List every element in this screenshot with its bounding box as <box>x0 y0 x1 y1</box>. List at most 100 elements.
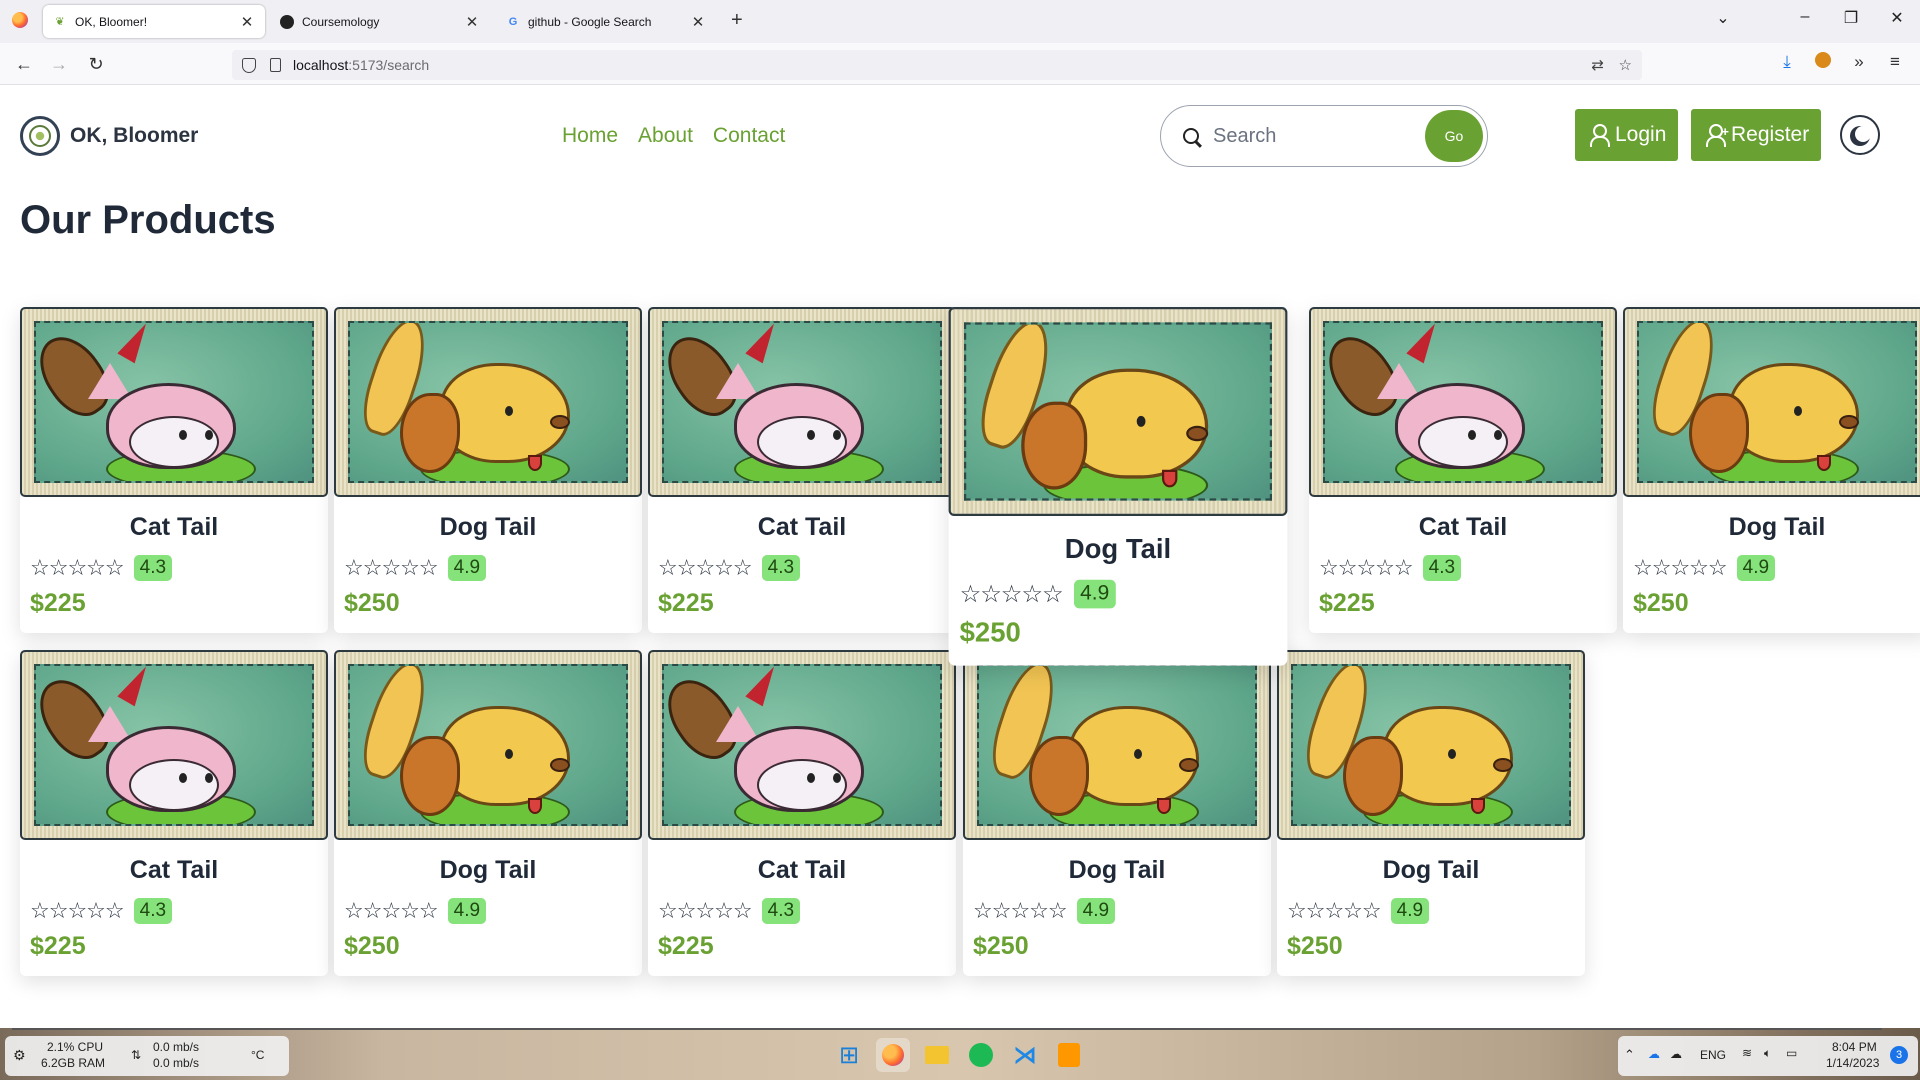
spotify-icon[interactable] <box>964 1038 998 1072</box>
leaf-icon: ❦ <box>55 16 65 28</box>
coursemology-icon <box>280 14 294 29</box>
close-tab-icon[interactable]: ✕ <box>239 13 255 31</box>
product-name[interactable]: Cat Tail <box>20 856 328 885</box>
tab-github-search[interactable]: G github - Google Search ✕ <box>496 5 716 38</box>
product-image[interactable] <box>1277 650 1585 840</box>
product-card[interactable]: Dog Tail ☆☆☆☆☆ 4.9 $250 <box>334 650 642 976</box>
windows-start-icon[interactable]: ⊞ <box>832 1038 866 1072</box>
product-name[interactable]: Dog Tail <box>963 856 1271 885</box>
file-explorer-icon[interactable] <box>920 1038 954 1072</box>
reload-icon[interactable]: ↻ <box>82 51 110 77</box>
list-tabs-icon[interactable]: ⌄ <box>1708 8 1738 28</box>
volume-icon[interactable]: 🔈︎ <box>1764 1046 1771 1061</box>
product-image[interactable] <box>1309 307 1617 497</box>
product-image[interactable] <box>334 307 642 497</box>
product-card[interactable]: Dog Tail ☆☆☆☆☆ 4.9 $250 <box>963 650 1271 976</box>
product-card[interactable]: Dog Tail ☆☆☆☆☆ 4.9 $250 <box>948 307 1288 666</box>
new-tab-icon[interactable]: + <box>731 9 743 32</box>
google-icon: G <box>508 15 518 28</box>
minimize-icon[interactable]: – <box>1790 8 1820 26</box>
cloud-icon[interactable]: ☁ <box>1670 1047 1682 1061</box>
firefox-taskbar-icon[interactable] <box>876 1038 910 1072</box>
product-image[interactable] <box>20 307 328 497</box>
sublime-text-icon[interactable] <box>1052 1038 1086 1072</box>
product-name[interactable]: Dog Tail <box>1277 856 1585 885</box>
product-card[interactable]: Cat Tail ☆☆☆☆☆ 4.3 $225 <box>20 650 328 976</box>
vscode-icon[interactable]: ⋊ <box>1008 1038 1042 1072</box>
product-card[interactable]: Cat Tail ☆☆☆☆☆ 4.3 $225 <box>648 307 956 633</box>
brand-name: OK, Bloomer <box>70 124 199 147</box>
menu-icon[interactable]: ≡ <box>1882 52 1908 72</box>
star-rating-icon: ☆☆☆☆☆ <box>959 579 1064 608</box>
temperature: °C <box>251 1048 265 1062</box>
onedrive-icon[interactable]: ☁ <box>1648 1047 1660 1061</box>
clock-date[interactable]: 1/14/2023 <box>1826 1056 1879 1070</box>
net-up: 0.0 mb/s <box>153 1040 200 1054</box>
product-name[interactable]: Cat Tail <box>20 513 328 542</box>
product-price: $225 <box>1319 589 1375 617</box>
close-tab-icon[interactable]: ✕ <box>690 13 706 31</box>
product-name[interactable]: Dog Tail <box>949 534 1288 566</box>
product-image[interactable] <box>963 650 1271 840</box>
page-icon[interactable] <box>270 58 281 72</box>
search-input[interactable] <box>1213 124 1403 148</box>
product-card[interactable]: Cat Tail ☆☆☆☆☆ 4.3 $225 <box>20 307 328 633</box>
tab-coursemology[interactable]: Coursemology ✕ <box>270 5 490 38</box>
clock-time[interactable]: 8:04 PM <box>1832 1040 1877 1054</box>
product-image[interactable] <box>20 650 328 840</box>
register-button[interactable]: + Register <box>1691 109 1822 161</box>
product-name[interactable]: Dog Tail <box>1623 513 1920 542</box>
firefox-icon[interactable] <box>12 12 28 28</box>
close-tab-icon[interactable]: ✕ <box>464 13 480 31</box>
rating-badge: 4.3 <box>761 555 801 581</box>
nav-home-link[interactable]: Home <box>562 124 618 148</box>
notification-badge[interactable]: 3 <box>1890 1046 1908 1064</box>
product-image[interactable] <box>948 307 1288 516</box>
bookmark-star-icon[interactable]: ☆ <box>1619 56 1632 74</box>
product-image[interactable] <box>1623 307 1920 497</box>
product-rating: ☆☆☆☆☆ 4.9 <box>1633 555 1776 581</box>
product-name[interactable]: Dog Tail <box>334 856 642 885</box>
taskbar: ⚙ 2.1% CPU 6.2GB RAM ⇅ 0.0 mb/s 0.0 mb/s… <box>0 1028 1920 1080</box>
back-icon[interactable]: ← <box>10 51 38 77</box>
language-indicator[interactable]: ENG <box>1700 1048 1726 1062</box>
brand[interactable]: OK, Bloomer <box>20 116 198 156</box>
restore-icon[interactable]: ❐ <box>1836 8 1866 28</box>
product-card[interactable]: Cat Tail ☆☆☆☆☆ 4.3 $225 <box>648 650 956 976</box>
page-title: Our Products <box>20 198 276 242</box>
tab-ok-bloomer[interactable]: ❦ OK, Bloomer! ✕ <box>43 5 265 38</box>
more-tools-icon[interactable]: » <box>1846 52 1872 72</box>
close-window-icon[interactable]: ✕ <box>1882 8 1912 28</box>
product-price: $250 <box>1287 932 1343 960</box>
product-card[interactable]: Dog Tail ☆☆☆☆☆ 4.9 $250 <box>1623 307 1920 633</box>
translate-icon[interactable]: ⇄ <box>1591 56 1604 74</box>
product-image[interactable] <box>334 650 642 840</box>
wifi-icon[interactable]: ≋ <box>1742 1046 1752 1060</box>
go-button[interactable]: Go <box>1425 110 1483 162</box>
battery-icon[interactable]: ▭ <box>1786 1046 1797 1060</box>
downloads-icon[interactable]: ⤓ <box>1774 52 1800 72</box>
shield-icon[interactable] <box>242 57 256 73</box>
product-image[interactable] <box>648 650 956 840</box>
extension-icon[interactable] <box>1810 52 1836 73</box>
system-monitor[interactable]: ⚙ 2.1% CPU 6.2GB RAM ⇅ 0.0 mb/s 0.0 mb/s… <box>5 1036 289 1076</box>
nav-contact-link[interactable]: Contact <box>713 124 785 148</box>
product-name[interactable]: Dog Tail <box>334 513 642 542</box>
user-plus-icon: + <box>1703 124 1729 147</box>
rating-badge: 4.3 <box>133 555 173 581</box>
login-label: Login <box>1615 123 1667 146</box>
product-price: $250 <box>344 589 400 617</box>
product-card[interactable]: Dog Tail ☆☆☆☆☆ 4.9 $250 <box>334 307 642 633</box>
forward-icon[interactable]: → <box>45 51 73 77</box>
product-name[interactable]: Cat Tail <box>1309 513 1617 542</box>
theme-toggle-button[interactable] <box>1840 115 1880 155</box>
product-card[interactable]: Dog Tail ☆☆☆☆☆ 4.9 $250 <box>1277 650 1585 976</box>
product-name[interactable]: Cat Tail <box>648 513 956 542</box>
chevron-up-icon[interactable]: ⌃ <box>1624 1047 1635 1063</box>
nav-about-link[interactable]: About <box>638 124 693 148</box>
url-bar[interactable]: localhost:5173/search ⇄ ☆ <box>232 50 1642 80</box>
product-image[interactable] <box>648 307 956 497</box>
product-name[interactable]: Cat Tail <box>648 856 956 885</box>
login-button[interactable]: Login <box>1575 109 1679 161</box>
product-card[interactable]: Cat Tail ☆☆☆☆☆ 4.3 $225 <box>1309 307 1617 633</box>
